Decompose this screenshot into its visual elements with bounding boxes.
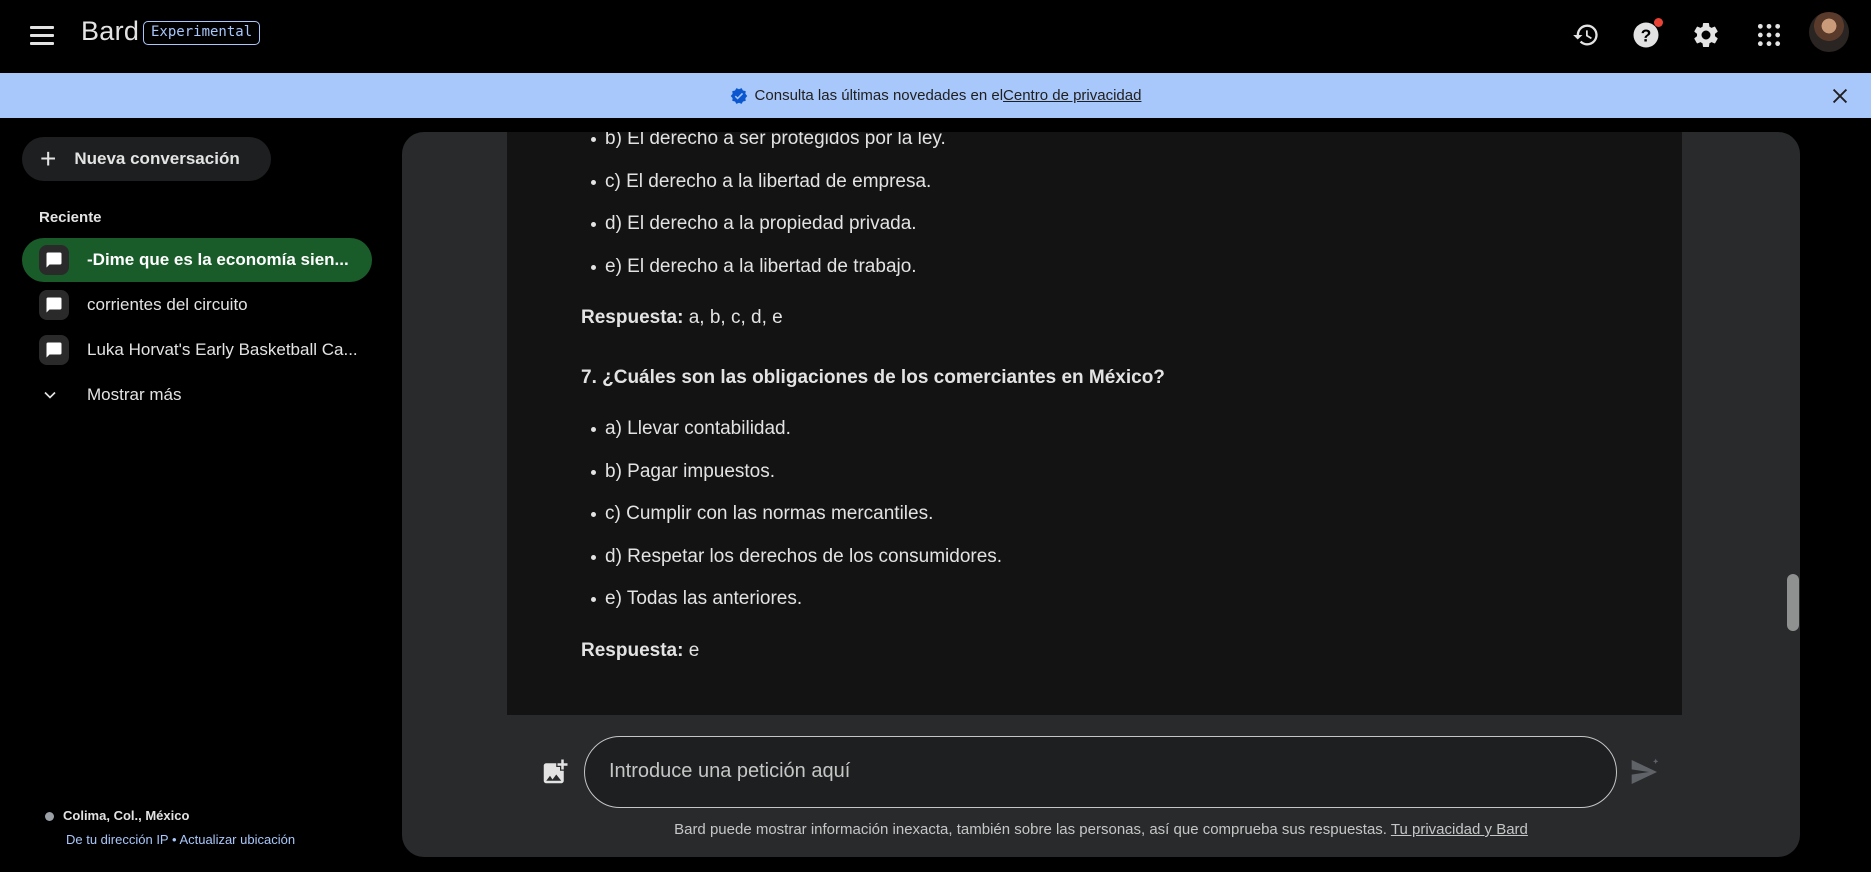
answer-paragraph: Respuesta: a, b, c, d, e	[507, 288, 1682, 348]
svg-text:?: ?	[1641, 25, 1652, 45]
conversation-label: corrientes del circuito	[87, 295, 248, 314]
top-bar: Bard Experimental ?	[0, 0, 1871, 73]
list-item: c) El derecho a la libertad de empresa.	[591, 161, 1682, 204]
answer-value: e	[683, 639, 700, 661]
answer-label: Respuesta:	[581, 307, 684, 328]
notification-dot	[1654, 18, 1663, 27]
history-icon[interactable]	[1566, 15, 1606, 55]
list-item: e) Todas las anteriores.	[591, 578, 1682, 621]
add-image-icon[interactable]	[540, 757, 570, 787]
answer-value: a, b, c, d, e	[683, 307, 783, 328]
location-links: De tu dirección IP • Actualizar ubicació…	[66, 832, 295, 847]
privacy-bard-link[interactable]: Tu privacidad y Bard	[1391, 821, 1528, 838]
conversation-item[interactable]: Luka Horvat's Early Basketball Ca...	[22, 328, 372, 372]
main-panel: b) El derecho a ser protegidos por la le…	[402, 132, 1800, 857]
conversation-label: -Dime que es la economía sien...	[87, 250, 349, 269]
update-location-link[interactable]: Actualizar ubicación	[179, 832, 295, 847]
show-more-button[interactable]: Mostrar más	[40, 381, 181, 409]
conversation-item[interactable]: -Dime que es la economía sien...	[22, 238, 372, 282]
banner-text: Consulta las últimas novedades en el	[754, 87, 1004, 104]
location-info: Colima, Col., México	[45, 808, 189, 823]
location-place: Colima, Col., México	[63, 808, 190, 823]
privacy-center-link[interactable]: Centro de privacidad	[1003, 87, 1141, 104]
answer-label: Respuesta:	[581, 639, 684, 661]
list-item: e) El derecho a la libertad de trabajo.	[591, 246, 1682, 289]
prompt-input[interactable]: Introduce una petición aquí	[584, 736, 1617, 808]
response-card: b) El derecho a ser protegidos por la le…	[507, 132, 1682, 715]
verified-icon	[730, 87, 747, 104]
list-item: b) El derecho a ser protegidos por la le…	[591, 132, 1682, 161]
new-chat-button[interactable]: + Nueva conversación	[22, 137, 271, 181]
list-item: d) Respetar los derechos de los consumid…	[591, 536, 1682, 579]
chat-icon	[39, 290, 69, 320]
disclaimer-text: Bard puede mostrar información inexacta,…	[674, 821, 1391, 838]
menu-icon[interactable]	[30, 18, 64, 52]
response-content: b) El derecho a ser protegidos por la le…	[507, 132, 1682, 681]
separator: •	[168, 832, 180, 847]
list-item: d) El derecho a la propiedad privada.	[591, 203, 1682, 246]
disclaimer: Bard puede mostrar información inexacta,…	[402, 821, 1800, 838]
recent-heading: Reciente	[39, 209, 102, 226]
location-dot-icon	[45, 812, 54, 822]
question-heading: 7. ¿Cuáles son las obligaciones de los c…	[581, 367, 1165, 388]
show-more-label: Mostrar más	[87, 385, 182, 404]
close-icon[interactable]	[1829, 85, 1851, 107]
options-list: a) Llevar contabilidad. b) Pagar impuest…	[507, 408, 1682, 621]
send-icon[interactable]	[1629, 756, 1661, 788]
answer-paragraph: Respuesta: e	[507, 621, 1682, 681]
new-chat-label: Nueva conversación	[74, 149, 240, 168]
app-title[interactable]: Bard	[81, 16, 139, 47]
privacy-banner: Consulta las últimas novedades en el Cen…	[0, 73, 1871, 118]
experimental-badge: Experimental	[143, 21, 261, 45]
chat-icon	[39, 335, 69, 365]
scrollbar[interactable]	[1787, 574, 1799, 631]
settings-icon[interactable]	[1686, 15, 1726, 55]
conversation-item[interactable]: corrientes del circuito	[22, 283, 372, 327]
conversation-label: Luka Horvat's Early Basketball Ca...	[87, 340, 358, 359]
list-item: c) Cumplir con las normas mercantiles.	[591, 493, 1682, 536]
chevron-down-icon	[44, 391, 56, 399]
avatar[interactable]	[1809, 12, 1849, 52]
apps-icon[interactable]	[1749, 15, 1789, 55]
plus-icon: +	[40, 143, 57, 174]
options-list: b) El derecho a ser protegidos por la le…	[507, 132, 1682, 288]
ip-address-link[interactable]: De tu dirección IP	[66, 832, 168, 847]
chat-icon	[39, 245, 69, 275]
help-icon[interactable]: ?	[1626, 15, 1666, 55]
list-item: a) Llevar contabilidad.	[591, 408, 1682, 451]
list-item: b) Pagar impuestos.	[591, 451, 1682, 494]
